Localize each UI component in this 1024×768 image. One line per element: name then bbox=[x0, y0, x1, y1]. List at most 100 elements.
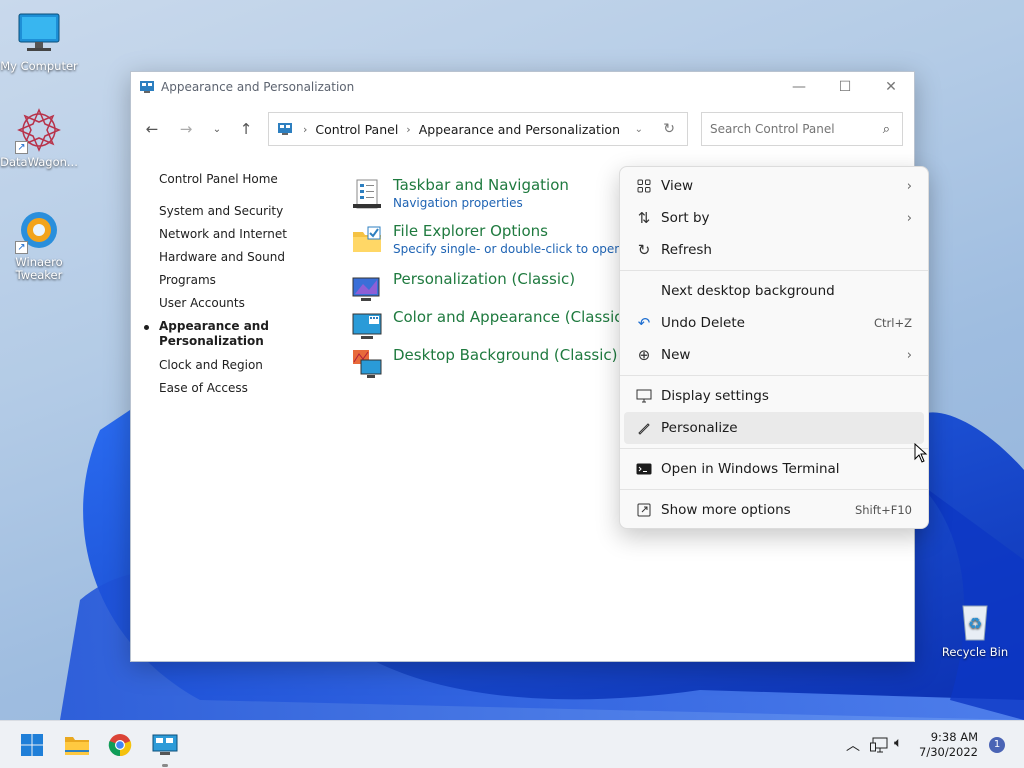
menu-item-label: New bbox=[661, 347, 691, 363]
navigation-bar: ← → ⌄ ↑ › Control Panel › Appearance and… bbox=[131, 112, 914, 146]
start-button[interactable] bbox=[16, 729, 48, 761]
menu-item-show-more-options[interactable]: Show more options Shift+F10 bbox=[624, 494, 924, 526]
folder-options-icon bbox=[353, 226, 381, 252]
sidebar-item-hardware[interactable]: Hardware and Sound bbox=[159, 250, 309, 264]
menu-item-next-background[interactable]: Next desktop background bbox=[624, 275, 924, 307]
folder-icon bbox=[65, 737, 89, 755]
network-icon[interactable] bbox=[870, 737, 888, 753]
up-button[interactable]: ↑ bbox=[232, 112, 260, 146]
control-panel-taskbar-button[interactable] bbox=[149, 729, 181, 767]
sidebar-home-link[interactable]: Control Panel Home bbox=[159, 172, 309, 186]
chevron-right-icon: › bbox=[303, 122, 308, 136]
active-indicator bbox=[162, 764, 168, 767]
task-title[interactable]: Desktop Background (Classic) bbox=[393, 346, 628, 365]
menu-separator bbox=[620, 375, 928, 376]
brush-icon bbox=[634, 421, 654, 435]
shortcut-text: Shift+F10 bbox=[854, 503, 912, 517]
chrome-icon bbox=[108, 734, 132, 757]
sidebar-item-user-accounts[interactable]: User Accounts bbox=[159, 296, 309, 310]
chevron-down-icon[interactable]: ⌄ bbox=[635, 124, 643, 135]
chevron-right-icon: › bbox=[906, 210, 912, 226]
datawagon-icon: ↗ bbox=[15, 106, 63, 154]
task-link[interactable]: Specify single- or double-click to open bbox=[393, 241, 628, 257]
control-panel-icon bbox=[278, 123, 292, 135]
maximize-button[interactable]: ☐ bbox=[822, 72, 868, 102]
refresh-icon[interactable]: ↻ bbox=[663, 121, 675, 137]
breadcrumb-appearance[interactable]: Appearance and Personalization bbox=[419, 122, 620, 137]
menu-item-view[interactable]: View › bbox=[624, 170, 924, 202]
title-bar[interactable]: Appearance and Personalization — ☐ ✕ bbox=[131, 72, 914, 102]
menu-item-personalize[interactable]: Personalize bbox=[624, 412, 924, 444]
chrome-button[interactable] bbox=[104, 729, 136, 761]
menu-item-label: Refresh bbox=[661, 242, 712, 258]
task-title[interactable]: Color and Appearance (Classic) bbox=[393, 308, 628, 327]
clock-time: 9:38 AM bbox=[930, 730, 978, 744]
task-title[interactable]: Personalization (Classic) bbox=[393, 270, 628, 289]
terminal-icon bbox=[634, 462, 654, 476]
back-button[interactable]: ← bbox=[138, 112, 166, 146]
chevron-right-icon: › bbox=[406, 122, 411, 136]
notification-badge[interactable]: 1 bbox=[989, 737, 1005, 753]
svg-text:♻: ♻ bbox=[968, 614, 982, 633]
windows-logo-icon bbox=[21, 734, 43, 756]
clock[interactable]: 9:38 AM 7/30/2022 bbox=[919, 730, 978, 760]
desktop-context-menu: View › ⇅ Sort by › ↻ Refresh Next deskto… bbox=[619, 166, 929, 529]
recent-locations-button[interactable]: ⌄ bbox=[203, 112, 231, 146]
menu-item-label: Show more options bbox=[661, 502, 791, 518]
task-link[interactable]: Navigation properties bbox=[393, 195, 628, 211]
menu-item-label: Undo Delete bbox=[661, 315, 745, 331]
mouse-cursor-icon bbox=[914, 443, 928, 463]
chevron-right-icon: › bbox=[906, 178, 912, 194]
task-title[interactable]: File Explorer Options bbox=[393, 222, 628, 241]
task-title[interactable]: Taskbar and Navigation bbox=[393, 176, 628, 195]
address-bar[interactable]: › Control Panel › Appearance and Persona… bbox=[268, 112, 688, 146]
search-icon[interactable]: ⌕ bbox=[883, 122, 890, 137]
desktop-icon-recycle-bin[interactable]: ♻ Recycle Bin bbox=[936, 596, 1014, 659]
close-button[interactable]: ✕ bbox=[868, 72, 914, 102]
search-box[interactable]: ⌕ bbox=[701, 112, 903, 146]
system-tray: ︿ 🔈︎ 9:38 AM 7/30/2022 1 bbox=[824, 721, 1024, 768]
menu-item-open-terminal[interactable]: Open in Windows Terminal bbox=[624, 453, 924, 485]
desktop-icon-label: My Computer bbox=[0, 59, 78, 73]
sidebar-item-ease-of-access[interactable]: Ease of Access bbox=[159, 381, 309, 395]
desktop-icon-label: Recycle Bin bbox=[941, 645, 1009, 659]
taskbar-icon bbox=[353, 179, 381, 209]
menu-item-label: Open in Windows Terminal bbox=[661, 461, 840, 477]
sort-icon: ⇅ bbox=[637, 209, 651, 227]
breadcrumb-control-panel[interactable]: Control Panel bbox=[315, 122, 398, 137]
desktop-icon-label: DataWagon... bbox=[0, 155, 78, 169]
refresh-icon: ↻ bbox=[637, 241, 651, 259]
grid-icon bbox=[634, 179, 654, 193]
color-icon bbox=[352, 313, 382, 339]
sidebar-item-clock-region[interactable]: Clock and Region bbox=[159, 358, 309, 372]
sidebar-item-system-security[interactable]: System and Security bbox=[159, 204, 309, 218]
desktop-icon-my-computer[interactable]: My Computer bbox=[0, 10, 78, 73]
menu-separator bbox=[620, 448, 928, 449]
sidebar-item-appearance[interactable]: Appearance and Personalization bbox=[144, 319, 309, 349]
desktop-icon-label: Winaero Tweaker bbox=[15, 255, 63, 282]
recycle-bin-icon: ♻ bbox=[951, 596, 999, 644]
menu-item-refresh[interactable]: ↻ Refresh bbox=[624, 234, 924, 266]
file-explorer-button[interactable] bbox=[61, 729, 93, 761]
minimize-button[interactable]: — bbox=[776, 72, 822, 102]
taskbar: ︿ 🔈︎ 9:38 AM 7/30/2022 1 bbox=[0, 720, 1024, 768]
sidebar-item-programs[interactable]: Programs bbox=[159, 273, 309, 287]
menu-separator bbox=[620, 270, 928, 271]
forward-button[interactable]: → bbox=[172, 112, 200, 146]
volume-icon[interactable]: 🔈︎ bbox=[894, 735, 902, 751]
search-input[interactable] bbox=[710, 122, 870, 136]
desktop-icon-datawagon[interactable]: ↗ DataWagon... bbox=[0, 106, 78, 169]
desktop-icon-winaero[interactable]: ↗ Winaero Tweaker bbox=[0, 206, 78, 282]
menu-item-sort-by[interactable]: ⇅ Sort by › bbox=[624, 202, 924, 234]
sidebar-item-network[interactable]: Network and Internet bbox=[159, 227, 309, 241]
menu-item-label: Next desktop background bbox=[661, 283, 835, 299]
shortcut-arrow-icon: ↗ bbox=[15, 141, 28, 154]
menu-item-new[interactable]: ⊕ New › bbox=[624, 339, 924, 371]
menu-item-undo-delete[interactable]: ↶ Undo Delete Ctrl+Z bbox=[624, 307, 924, 339]
show-hidden-icons-button[interactable]: ︿ bbox=[846, 735, 860, 755]
menu-item-label: Display settings bbox=[661, 388, 769, 404]
menu-item-label: Sort by bbox=[661, 210, 710, 226]
monitor-icon bbox=[15, 10, 63, 58]
menu-item-display-settings[interactable]: Display settings bbox=[624, 380, 924, 412]
undo-icon: ↶ bbox=[637, 314, 651, 332]
